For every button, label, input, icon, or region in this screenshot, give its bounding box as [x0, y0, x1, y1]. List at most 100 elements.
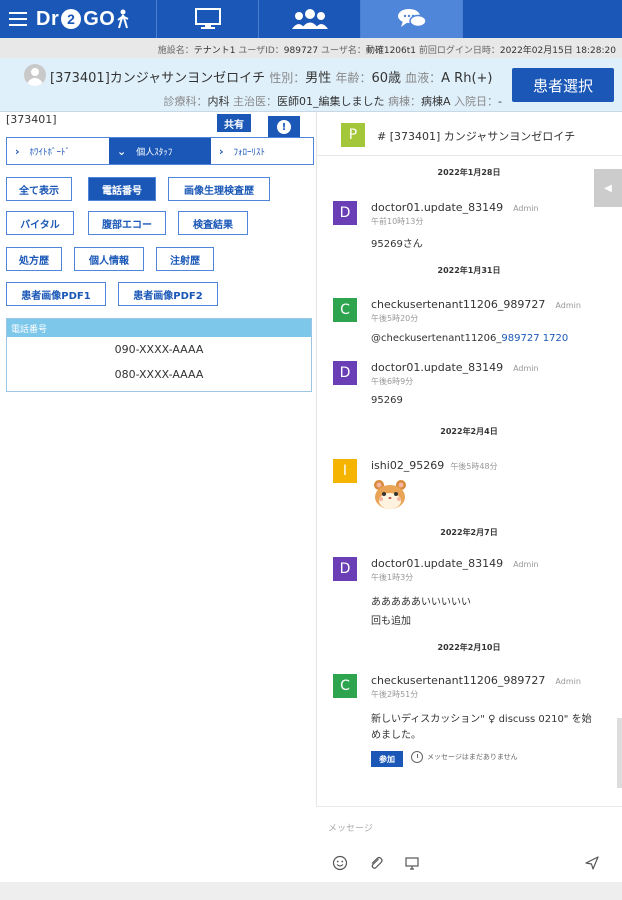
date-separator: 2022年1月28日 [437, 168, 501, 177]
author-avatar: I [333, 459, 357, 483]
message-author: doctor01.update_83149 Admin [371, 361, 539, 374]
admit-value: - [498, 95, 502, 108]
share-button[interactable]: 共有 [217, 114, 251, 132]
author-role: Admin [555, 677, 581, 686]
phone-number-panel: 電話番号 090-XXXX-AAAA 080-XXXX-AAAA [6, 318, 312, 392]
subtab-label: ﾌｫﾛｰﾘｽﾄ [233, 147, 266, 158]
age-value: 60歳 [371, 71, 401, 86]
mention-link[interactable]: 989727 1720 [501, 333, 568, 344]
message-body: 回も追加 [371, 616, 411, 627]
message-body: @checkusertenant11206_989727 1720 [371, 333, 568, 344]
chevron-right-icon: › [15, 144, 20, 158]
author-name: doctor01.update_83149 [371, 557, 504, 570]
ward-value: 病棟A [420, 95, 451, 108]
menu-icon[interactable] [0, 0, 36, 38]
sex-label: 性別： [269, 71, 306, 85]
subtab-follow-list[interactable]: › ﾌｫﾛｰﾘｽﾄ [211, 138, 313, 164]
date-separator: 2022年2月7日 [440, 528, 498, 537]
logo-circle-two: 2 [61, 9, 82, 29]
author-name: ishi02_95269 [371, 459, 445, 472]
username-value: 動確1206t1 [365, 46, 417, 56]
author-role: Admin [513, 364, 539, 373]
message-body: 新しいディスカッション" ♀ discuss 0210" を始 [371, 714, 592, 725]
admit-label: 入院日： [454, 95, 499, 108]
phone-number-row: 080-XXXX-AAAA [114, 368, 204, 381]
left-panel: [373401] 共有 ! › ﾎﾜｲﾄﾎﾞｰﾄﾞ ⌄ 個人ｽﾀｯﾌ › ﾌｫﾛｰﾘｽ… [0, 112, 316, 900]
user-info-line: 施設名：テナント1 ユーザID：989727 ユーザ名：動確1206t1 前回ロ… [0, 38, 622, 58]
filter-abdominal-echo-button[interactable]: 腹部エコー [88, 211, 166, 235]
message-time: 午後5時20分 [371, 314, 419, 323]
facility-value: テナント1 [193, 46, 236, 56]
author-name: doctor01.update_83149 [371, 201, 504, 214]
message-time: 午後1時3分 [371, 573, 414, 582]
filter-injections-button[interactable]: 注射歴 [156, 247, 214, 271]
message-composer: メッセージ [316, 806, 622, 882]
patient-id-label: [373401] [6, 113, 57, 126]
channel-name: # [373401] カンジャサンヨンゼロイチ [377, 130, 576, 143]
screen-share-icon[interactable] [404, 855, 420, 871]
filter-show-all-button[interactable]: 全て表示 [6, 177, 72, 201]
author-name: doctor01.update_83149 [371, 361, 504, 374]
chat-scrollbar[interactable] [617, 718, 622, 788]
filter-vitals-button[interactable]: バイタル [6, 211, 74, 235]
nav-tab-chat[interactable] [360, 0, 462, 38]
subtab-personal-staff[interactable]: ⌄ 個人ｽﾀｯﾌ [109, 138, 211, 164]
filter-patient-pdf1-button[interactable]: 患者画像PDF1 [6, 282, 106, 306]
clock-icon [411, 751, 423, 763]
filter-prescriptions-button[interactable]: 処方歴 [6, 247, 62, 271]
message-body: 95269さん [371, 239, 423, 250]
facility-label: 施設名： [157, 46, 194, 56]
chevron-down-icon: ⌄ [117, 144, 127, 158]
filter-personal-info-button[interactable]: 個人情報 [74, 247, 144, 271]
top-navigation-bar: Dr 2 GO [0, 0, 622, 38]
nav-tab-monitor[interactable] [156, 0, 258, 38]
blood-value: A Rh(+) [441, 71, 493, 86]
author-avatar: C [333, 298, 357, 322]
message-time: 午後6時9分 [371, 377, 414, 386]
no-reply-text: メッセージはまだありません [427, 753, 518, 761]
patient-details: 診療科：内科 主治医：医師01_編集しました 病棟：病棟A 入院日：- [163, 93, 502, 109]
filter-patient-pdf2-button[interactable]: 患者画像PDF2 [118, 282, 218, 306]
doctor-value: 医師01_編集しました [276, 95, 385, 108]
info-button[interactable]: ! [268, 116, 300, 138]
message-body: あああああいいいいい [371, 597, 471, 608]
lastlogin-label: 前回ログイン日時： [418, 46, 500, 56]
emoji-icon[interactable] [332, 855, 348, 871]
subtab-whiteboard[interactable]: › ﾎﾜｲﾄﾎﾞｰﾄﾞ [7, 138, 109, 164]
send-icon[interactable] [584, 855, 600, 871]
chat-bubbles-icon [397, 9, 427, 28]
ward-label: 病棟： [387, 95, 421, 108]
filter-test-results-button[interactable]: 検査結果 [178, 211, 248, 235]
join-discussion-button[interactable]: 参加 [371, 751, 403, 767]
channel-header: P # [373401] カンジャサンヨンゼロイチ [317, 112, 622, 156]
message-author: checkusertenant11206_989727 Admin [371, 674, 581, 687]
patient-avatar-icon [24, 64, 46, 86]
logo-text-go: GO [83, 7, 116, 30]
dept-value: 内科 [207, 95, 230, 108]
message-input[interactable]: メッセージ [328, 821, 373, 834]
author-avatar: D [333, 557, 357, 581]
author-role: Admin [513, 560, 539, 569]
date-separator: 2022年2月10日 [437, 643, 501, 652]
app-logo[interactable]: Dr 2 GO [36, 8, 156, 31]
author-avatar: D [333, 361, 357, 385]
blood-label: 血液： [405, 71, 442, 85]
message-time: 午前10時13分 [371, 217, 424, 226]
filter-imaging-history-button[interactable]: 画像生理検査歴 [168, 177, 270, 201]
group-users-icon [291, 9, 328, 29]
chevron-right-icon: › [219, 144, 224, 158]
author-role: Admin [513, 204, 539, 213]
filter-phone-button[interactable]: 電話番号 [88, 177, 156, 201]
mention-text: @checkusertenant11206_ [371, 333, 502, 344]
subtab-label: ﾎﾜｲﾄﾎﾞｰﾄﾞ [29, 147, 71, 158]
patient-select-button[interactable]: 患者選択 [512, 68, 614, 102]
nav-tab-empty[interactable] [462, 0, 564, 38]
message-body: 95269 [371, 395, 403, 406]
monitor-icon [194, 8, 221, 29]
patient-header: [373401]カンジャサンヨンゼロイチ 性別：男性 年齢：60歳 血液：A R… [0, 58, 622, 112]
nav-tab-users[interactable] [258, 0, 360, 38]
attachment-icon[interactable] [368, 855, 384, 871]
author-role: Admin [555, 301, 581, 310]
sex-value: 男性 [305, 71, 332, 86]
message-author: doctor01.update_83149 Admin [371, 557, 539, 570]
